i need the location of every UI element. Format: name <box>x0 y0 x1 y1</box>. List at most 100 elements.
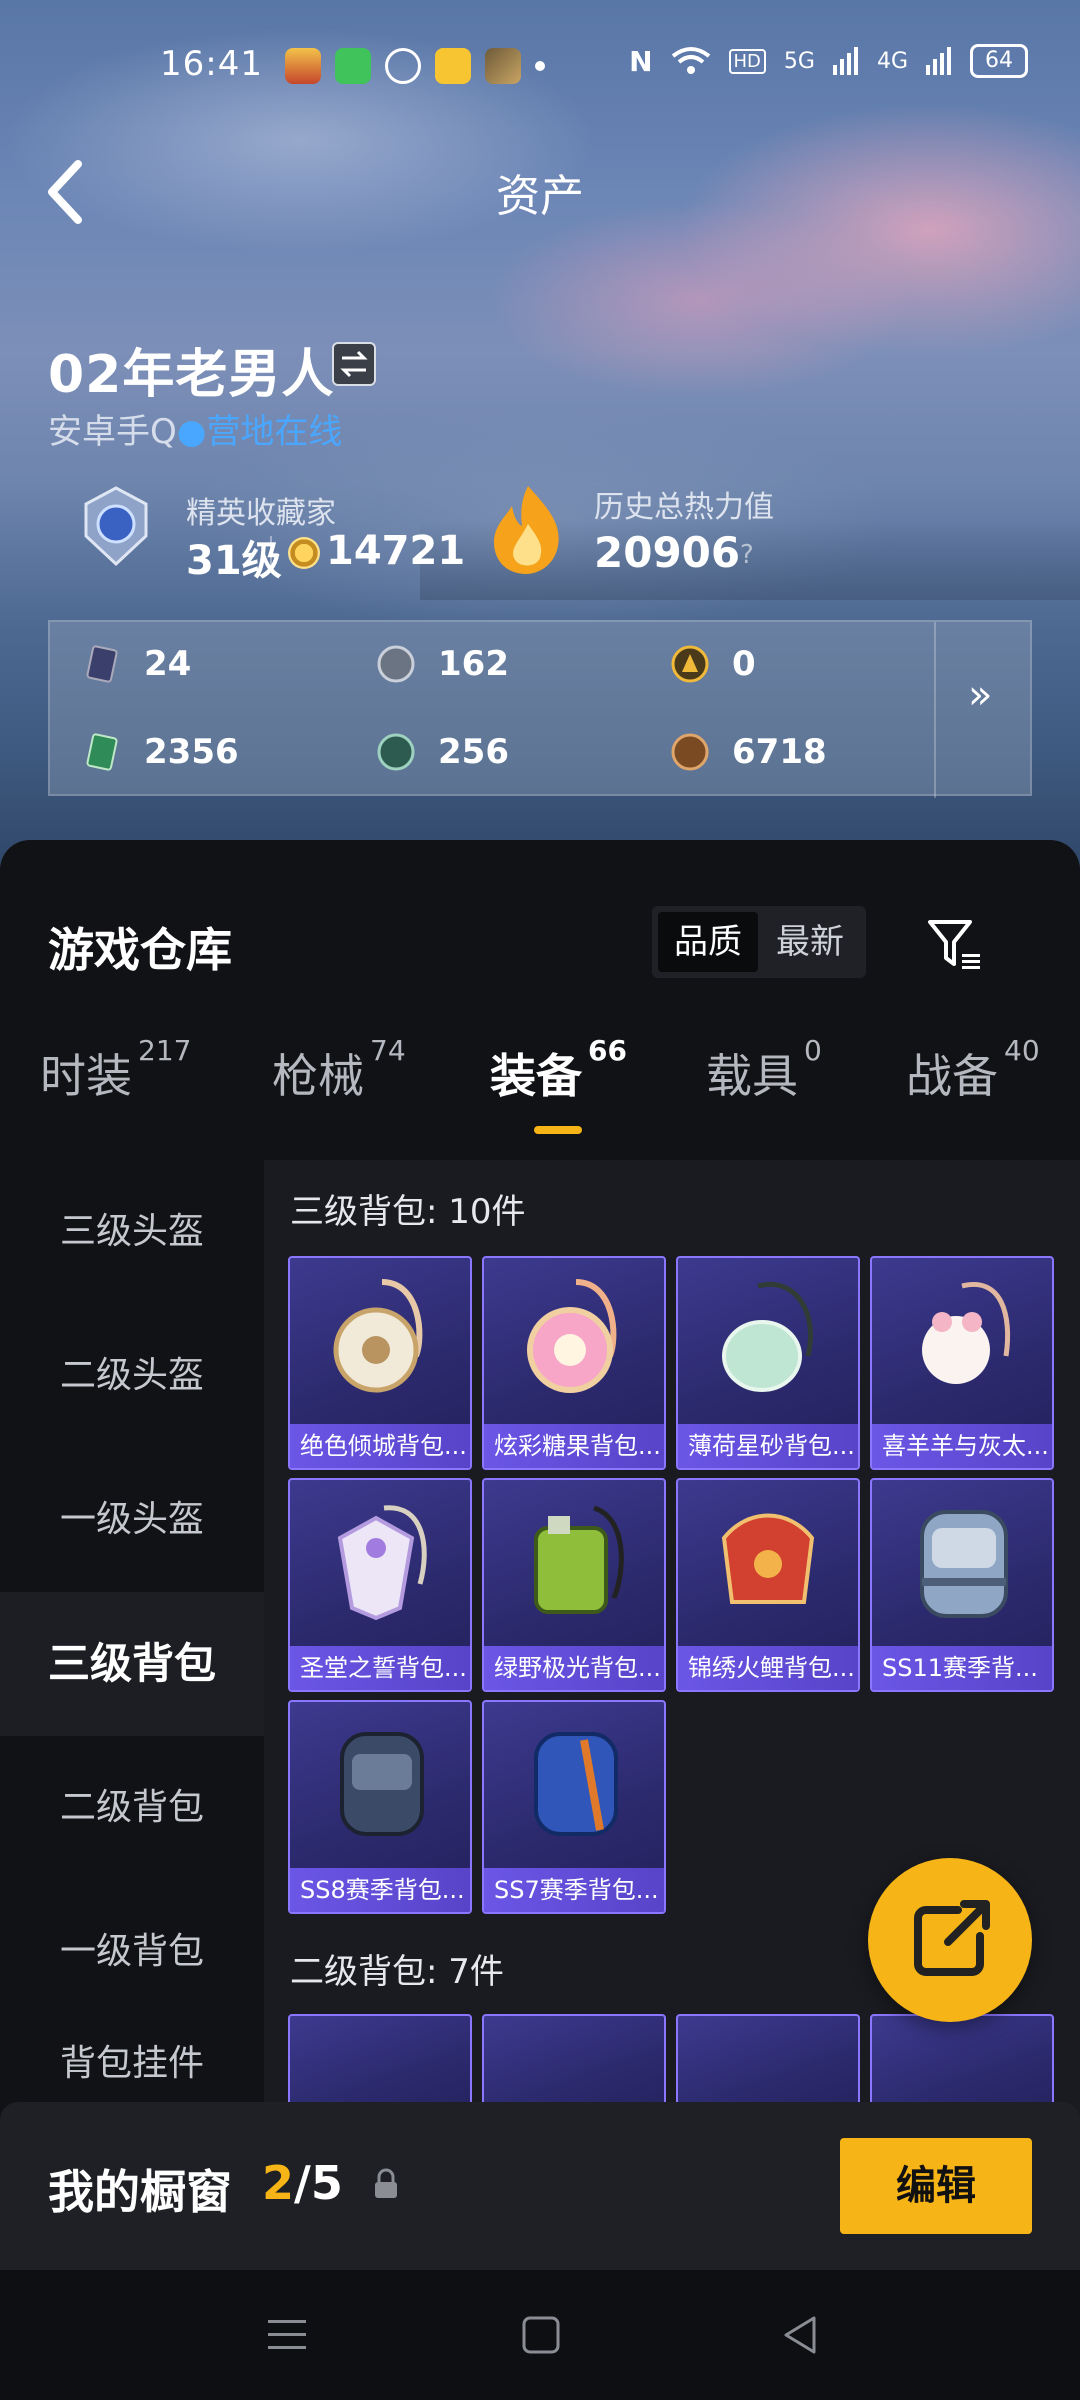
tab-weapons[interactable]: 枪械 74 <box>272 1034 406 1106</box>
rank-divider <box>270 536 272 572</box>
backpack-art-icon <box>722 1282 814 1392</box>
warehouse-tabs: 时装 217 枪械 74 装备 66 载具 0 战备 40 <box>0 1034 1080 1120</box>
green-coin-icon <box>377 733 415 771</box>
help-icon[interactable]: ? <box>740 540 754 570</box>
item-card[interactable]: SS8赛季背包... <box>288 1700 472 1914</box>
category-backpack-pendant[interactable]: 背包挂件 <box>0 2024 264 2104</box>
collector-coin-icon <box>288 537 320 569</box>
game-avatar-icon <box>485 48 521 84</box>
resource-value: 24 <box>144 644 192 684</box>
showcase-count: 2/5 <box>262 2156 343 2210</box>
collector-rank-icon <box>84 486 148 567</box>
collector-coins: 14721 <box>326 528 466 574</box>
item-card[interactable]: 锦绣火鲤背包... <box>676 1478 860 1692</box>
signal-icon-2 <box>926 47 951 75</box>
resource-panel: 24 162 0 2356 256 6718 » <box>48 620 1032 798</box>
home-icon[interactable] <box>516 2310 566 2360</box>
item-card[interactable]: 圣堂之誓背包... <box>288 1478 472 1692</box>
item-card[interactable]: 薄荷星砂背包... <box>676 1256 860 1470</box>
backpack-art-icon <box>340 1732 424 1836</box>
showcase-bar: 我的橱窗 2/5 编辑 <box>0 2102 1080 2270</box>
tab-fashion[interactable]: 时装 217 <box>40 1034 191 1106</box>
lock-icon <box>375 2168 397 2198</box>
item-card[interactable]: 绿野极光背包... <box>482 1478 666 1692</box>
category-level1-backpack[interactable]: 一级背包 <box>0 1880 264 2024</box>
category-level3-helmet[interactable]: 三级头盔 <box>0 1160 264 1304</box>
signal-icon <box>832 47 858 75</box>
sort-latest-button[interactable]: 最新 <box>760 912 860 972</box>
warehouse-sheet: 游戏仓库 品质 最新 时装 217 枪械 74 装备 66 载具 0 战备 40 三级头盔… <box>0 840 1080 2280</box>
resource-value: 6718 <box>732 732 827 772</box>
resource-value: 2356 <box>144 732 239 772</box>
backpack-art-icon <box>333 1279 423 1393</box>
wallet-icon <box>435 48 471 84</box>
user-online-status: 营地在线 <box>206 412 343 452</box>
user-platform: 安卓手Q <box>48 412 177 452</box>
backpack-art-icon <box>527 1279 617 1393</box>
user-platform-line: 安卓手Q●营地在线 <box>48 404 342 453</box>
tab-equipment[interactable]: 装备 66 <box>490 1034 627 1106</box>
category-level1-helmet[interactable]: 一级头盔 <box>0 1448 264 1592</box>
resource-value: 256 <box>438 732 509 772</box>
backpack-art-icon <box>721 1513 815 1604</box>
resource-value: 162 <box>438 644 509 684</box>
silver-coin-icon <box>377 645 415 683</box>
gold-badge-icon <box>671 645 709 683</box>
showcase-label: 我的橱窗 <box>48 2165 232 2219</box>
backpack-art-icon <box>920 1510 1008 1618</box>
tab-vehicles[interactable]: 载具 0 <box>706 1034 822 1106</box>
resource-divider <box>934 622 936 798</box>
back-icon[interactable] <box>776 2310 826 2360</box>
fire-icon <box>494 486 559 574</box>
ticket-icon <box>86 733 118 771</box>
heat-value: 20906 <box>594 528 741 577</box>
game-app-icon <box>285 48 321 84</box>
resource-item: 24 <box>82 644 191 684</box>
resource-item: 0 <box>670 644 756 684</box>
group-title: 三级背包: 10件 <box>290 1192 526 1232</box>
status-time: 16:41 <box>160 44 263 84</box>
heat-title: 历史总热力值 <box>594 490 774 525</box>
network-4g-label: 4G <box>876 48 908 74</box>
group-title: 二级背包: 7件 <box>290 1952 504 1992</box>
category-level2-backpack[interactable]: 二级背包 <box>0 1736 264 1880</box>
network-5g-label: 5G <box>783 48 815 74</box>
resource-item: 6718 <box>670 732 827 772</box>
warehouse-title: 游戏仓库 <box>48 923 232 977</box>
system-nav-bar <box>0 2270 1080 2400</box>
share-button[interactable] <box>868 1858 1032 2022</box>
share-icon <box>914 1900 990 1976</box>
item-card[interactable]: 炫彩糖果背包... <box>482 1256 666 1470</box>
item-card[interactable]: SS11赛季背... <box>870 1478 1054 1692</box>
edit-button[interactable]: 编辑 <box>840 2138 1032 2234</box>
card-icon <box>86 645 118 683</box>
menu-icon[interactable] <box>262 2310 312 2360</box>
chat-icon <box>385 48 421 84</box>
status-right: N HD 5G 4G 64 <box>629 44 1028 78</box>
nfc-icon: N <box>629 44 653 78</box>
active-tab-indicator <box>534 1126 582 1134</box>
filter-icon[interactable] <box>924 914 984 974</box>
resource-item: 256 <box>376 732 509 772</box>
collector-title: 精英收藏家 <box>186 496 336 531</box>
more-resources-icon[interactable]: » <box>968 672 992 718</box>
hd-icon: HD <box>728 48 766 74</box>
backpack-art-icon <box>922 1282 1011 1384</box>
notification-icons <box>285 48 545 84</box>
resource-value: 0 <box>732 644 756 684</box>
dot-icon <box>535 61 545 71</box>
category-level3-backpack[interactable]: 三级背包 <box>0 1592 264 1736</box>
category-level2-helmet[interactable]: 二级头盔 <box>0 1304 264 1448</box>
tab-supplies[interactable]: 战备 40 <box>906 1034 1040 1106</box>
battery-indicator: 64 <box>970 44 1028 78</box>
online-dot-icon: ● <box>176 412 207 452</box>
backpack-art-icon <box>534 1505 624 1614</box>
swap-account-icon[interactable] <box>332 342 376 386</box>
item-card[interactable]: 喜羊羊与灰太... <box>870 1256 1054 1470</box>
item-card[interactable]: 绝色倾城背包... <box>288 1256 472 1470</box>
item-card[interactable]: SS7赛季背包... <box>482 1700 666 1914</box>
sort-quality-button[interactable]: 品质 <box>658 912 758 972</box>
user-name: 02年老男人 <box>48 345 335 405</box>
backpack-art-icon <box>337 1505 427 1621</box>
wifi-icon <box>671 47 710 74</box>
